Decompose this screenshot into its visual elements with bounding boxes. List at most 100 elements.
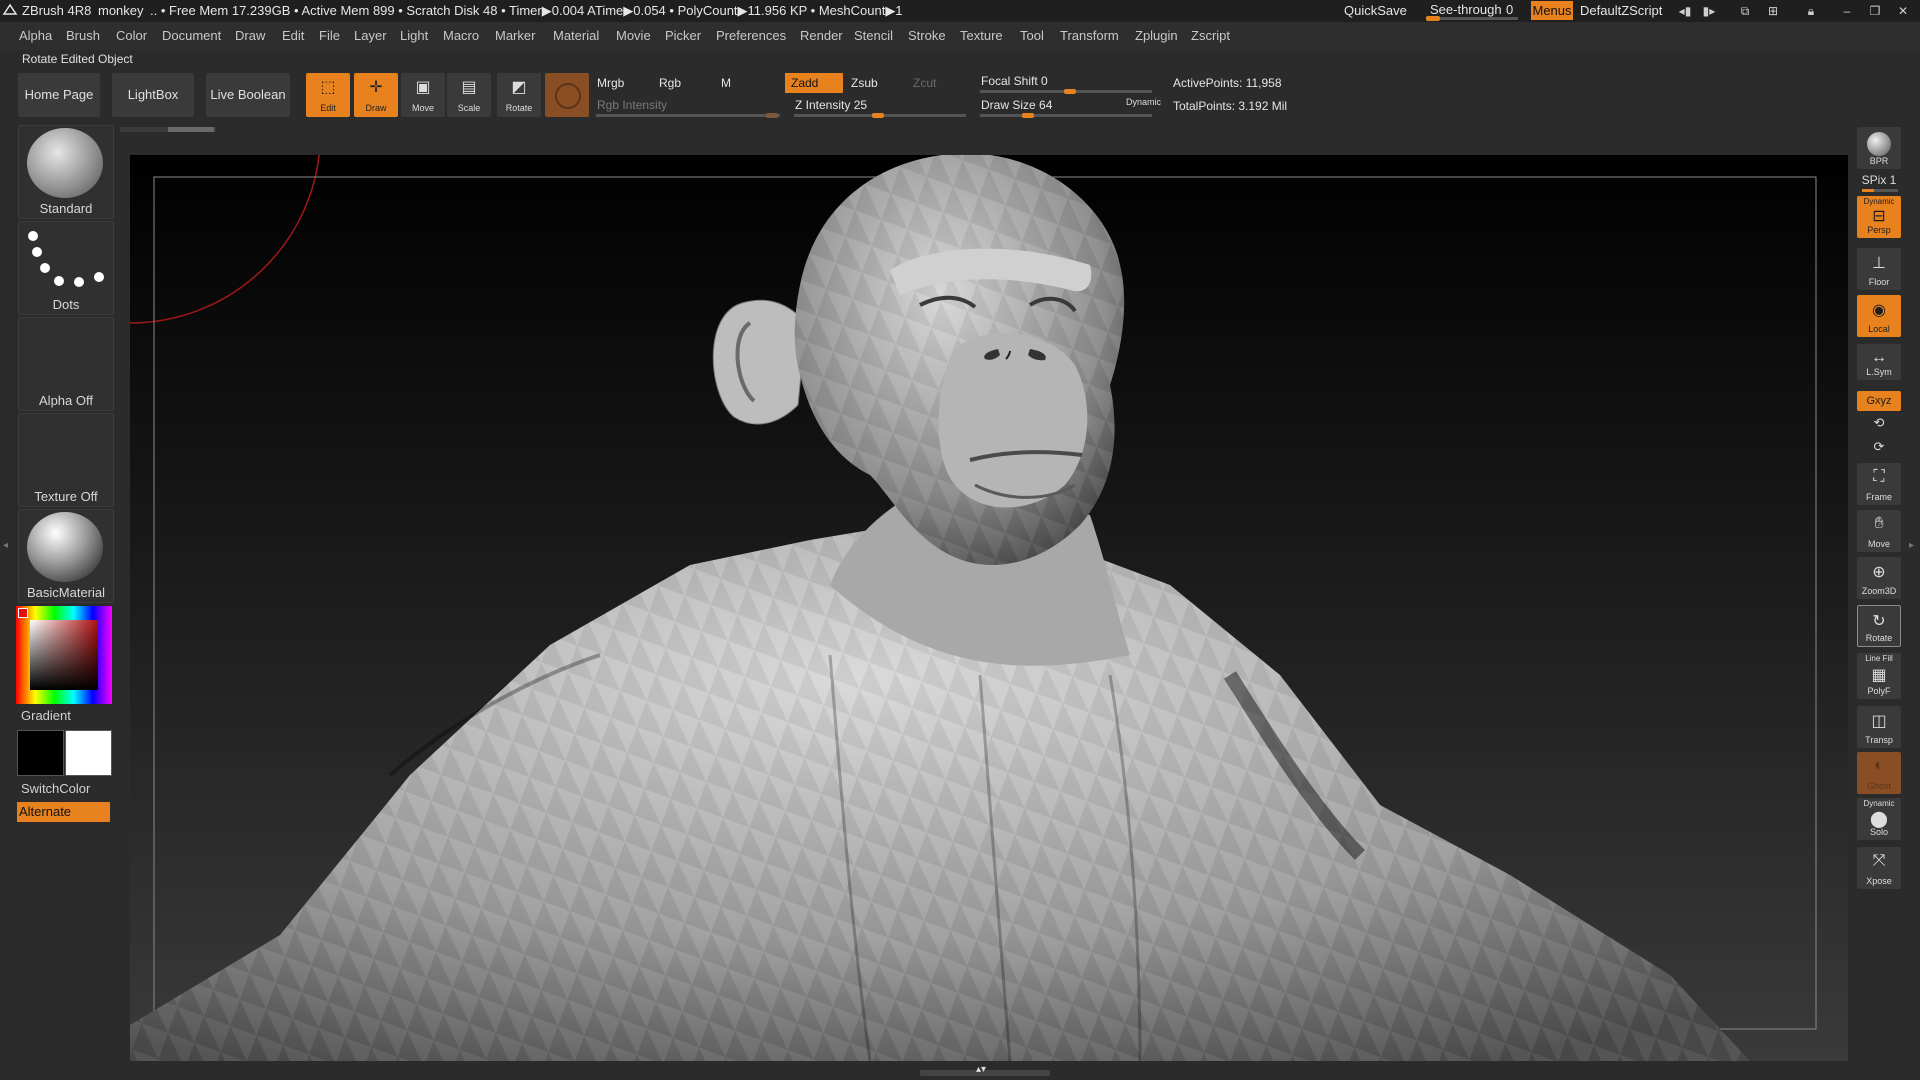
minimize-icon[interactable]: – bbox=[1838, 3, 1856, 19]
right-tray-toggle-icon[interactable]: ▸ bbox=[1909, 540, 1915, 570]
rotate-y-icon[interactable]: ⟲ bbox=[1857, 415, 1901, 431]
secondary-color-swatch[interactable] bbox=[65, 730, 112, 776]
defaultzscript-button[interactable]: DefaultZScript bbox=[1580, 3, 1662, 18]
spix-track[interactable] bbox=[1862, 189, 1898, 192]
menu-light[interactable]: Light bbox=[400, 28, 428, 43]
menu-file[interactable]: File bbox=[319, 28, 340, 43]
zsub-button[interactable]: Zsub bbox=[845, 73, 911, 93]
edit-mode-button[interactable]: ⬚ Edit bbox=[306, 73, 350, 117]
zadd-button[interactable]: Zadd bbox=[785, 73, 843, 93]
frame-button[interactable]: ⛶ Frame bbox=[1857, 463, 1901, 505]
lock-icon[interactable]: 🔒︎ bbox=[1802, 3, 1820, 19]
lsym-button[interactable]: ↔ L.Sym bbox=[1857, 344, 1901, 380]
shelf-scrollbar[interactable] bbox=[120, 127, 216, 132]
color-picker-square[interactable] bbox=[30, 620, 98, 690]
focal-shift-slider[interactable]: Focal Shift 0 bbox=[975, 71, 1161, 91]
move-view-button[interactable]: ✋︎ Move bbox=[1857, 510, 1901, 552]
xyz-rotation-button[interactable]: Gxyz bbox=[1857, 391, 1901, 411]
alpha-selector[interactable]: Alpha Off bbox=[18, 317, 114, 411]
stroke-selector[interactable]: Dots bbox=[18, 221, 114, 315]
ghost-button[interactable]: ◐ Ghost bbox=[1857, 752, 1901, 794]
dynamic-toggle[interactable]: Dynamic bbox=[1126, 97, 1161, 107]
menu-color[interactable]: Color bbox=[116, 28, 147, 43]
menu-zplugin[interactable]: Zplugin bbox=[1135, 28, 1178, 43]
menu-edit[interactable]: Edit bbox=[282, 28, 304, 43]
layout-prev-icon[interactable]: ◂▮ bbox=[1676, 3, 1694, 19]
monkey-mesh-render[interactable] bbox=[130, 155, 1848, 1061]
maximize-icon[interactable]: ❐ bbox=[1866, 3, 1884, 19]
transp-button[interactable]: ◫ Transp bbox=[1857, 706, 1901, 748]
m-button[interactable]: M bbox=[715, 73, 781, 93]
menu-material[interactable]: Material bbox=[553, 28, 599, 43]
layout-next-icon[interactable]: ▮▸ bbox=[1700, 3, 1718, 19]
polyf-button[interactable]: Line Fill ▦ PolyF bbox=[1857, 653, 1901, 699]
close-icon[interactable]: ✕ bbox=[1894, 3, 1912, 19]
rgb-intensity-track[interactable] bbox=[596, 113, 780, 118]
bpr-button[interactable]: BPR bbox=[1857, 127, 1901, 169]
zoom3d-button[interactable]: ⊕ Zoom3D bbox=[1857, 557, 1901, 599]
brush-selector[interactable]: Standard bbox=[18, 125, 114, 219]
menu-macro[interactable]: Macro bbox=[443, 28, 479, 43]
switchcolor-button[interactable]: SwitchColor bbox=[21, 781, 90, 796]
material-selector[interactable]: BasicMaterial bbox=[18, 509, 114, 603]
ui-layout-2-icon[interactable]: ⊞ bbox=[1764, 3, 1782, 19]
menu-stencil[interactable]: Stencil bbox=[854, 28, 893, 43]
primary-color-swatch[interactable] bbox=[17, 730, 64, 776]
menu-document[interactable]: Document bbox=[162, 28, 221, 43]
menu-layer[interactable]: Layer bbox=[354, 28, 387, 43]
mrgb-button[interactable]: Mrgb bbox=[591, 73, 657, 93]
material-color-button[interactable] bbox=[545, 73, 589, 117]
quicksave-button[interactable]: QuickSave bbox=[1344, 3, 1407, 18]
z-intensity-slider[interactable]: Z Intensity 25 bbox=[789, 95, 975, 115]
menu-texture[interactable]: Texture bbox=[960, 28, 1003, 43]
live-boolean-button[interactable]: Live Boolean bbox=[206, 73, 290, 117]
solo-button[interactable]: Dynamic ⬤ Solo bbox=[1857, 798, 1901, 840]
persp-button[interactable]: Dynamic ⊟ Persp bbox=[1857, 196, 1901, 238]
menus-toggle-button[interactable]: Menus bbox=[1531, 1, 1573, 20]
spix-slider[interactable]: SPix 1 bbox=[1857, 173, 1901, 187]
rotate-mode-button[interactable]: ◩ Rotate bbox=[497, 73, 541, 117]
draw-size-track[interactable] bbox=[980, 113, 1152, 118]
draw-mode-button[interactable]: ✛ Draw bbox=[354, 73, 398, 117]
local-button[interactable]: ◉ Local bbox=[1857, 295, 1901, 337]
floor-button[interactable]: ⊥ Floor bbox=[1857, 248, 1901, 290]
move-mode-button[interactable]: ▣ Move bbox=[401, 73, 445, 117]
menu-preferences[interactable]: Preferences bbox=[716, 28, 786, 43]
z-intensity-knob[interactable] bbox=[872, 113, 884, 118]
rotate-z-icon[interactable]: ⟳ bbox=[1857, 439, 1901, 455]
z-intensity-track[interactable] bbox=[794, 113, 966, 118]
canvas-viewport[interactable] bbox=[130, 155, 1848, 1061]
rgb-button[interactable]: Rgb bbox=[653, 73, 719, 93]
menu-transform[interactable]: Transform bbox=[1060, 28, 1119, 43]
menu-draw[interactable]: Draw bbox=[235, 28, 265, 43]
menu-movie[interactable]: Movie bbox=[616, 28, 651, 43]
menu-stroke[interactable]: Stroke bbox=[908, 28, 946, 43]
xpose-button[interactable]: ⤧ Xpose bbox=[1857, 847, 1901, 889]
left-tray-toggle-icon[interactable]: ◂ bbox=[3, 540, 9, 570]
spix-knob[interactable] bbox=[1862, 189, 1874, 192]
lightbox-button[interactable]: LightBox bbox=[112, 73, 194, 117]
menu-render[interactable]: Render bbox=[800, 28, 843, 43]
seethrough-track[interactable] bbox=[1426, 16, 1518, 21]
bottom-tray-handle[interactable]: ▴▾ bbox=[920, 1064, 1050, 1076]
home-page-button[interactable]: Home Page bbox=[18, 73, 100, 117]
rgb-intensity-slider[interactable]: Rgb Intensity bbox=[591, 95, 787, 115]
alternate-button[interactable]: Alternate bbox=[17, 802, 110, 822]
seethrough-slider[interactable]: See-through 0 bbox=[1424, 0, 1520, 22]
gradient-label[interactable]: Gradient bbox=[21, 708, 71, 723]
texture-selector[interactable]: Texture Off bbox=[18, 413, 114, 507]
focal-shift-knob[interactable] bbox=[1064, 89, 1076, 94]
menu-picker[interactable]: Picker bbox=[665, 28, 701, 43]
rotate-view-button[interactable]: ↻ Rotate bbox=[1857, 605, 1901, 647]
draw-size-knob[interactable] bbox=[1022, 113, 1034, 118]
rgb-intensity-knob[interactable] bbox=[766, 113, 778, 118]
menu-tool[interactable]: Tool bbox=[1020, 28, 1044, 43]
menu-zscript[interactable]: Zscript bbox=[1191, 28, 1230, 43]
menu-marker[interactable]: Marker bbox=[495, 28, 535, 43]
scale-mode-button[interactable]: ▤ Scale bbox=[447, 73, 491, 117]
menu-alpha[interactable]: Alpha bbox=[19, 28, 52, 43]
color-picker[interactable] bbox=[16, 606, 112, 704]
shelf-scroll-thumb[interactable] bbox=[168, 127, 214, 132]
menu-brush[interactable]: Brush bbox=[66, 28, 100, 43]
focal-shift-track[interactable] bbox=[980, 89, 1152, 94]
